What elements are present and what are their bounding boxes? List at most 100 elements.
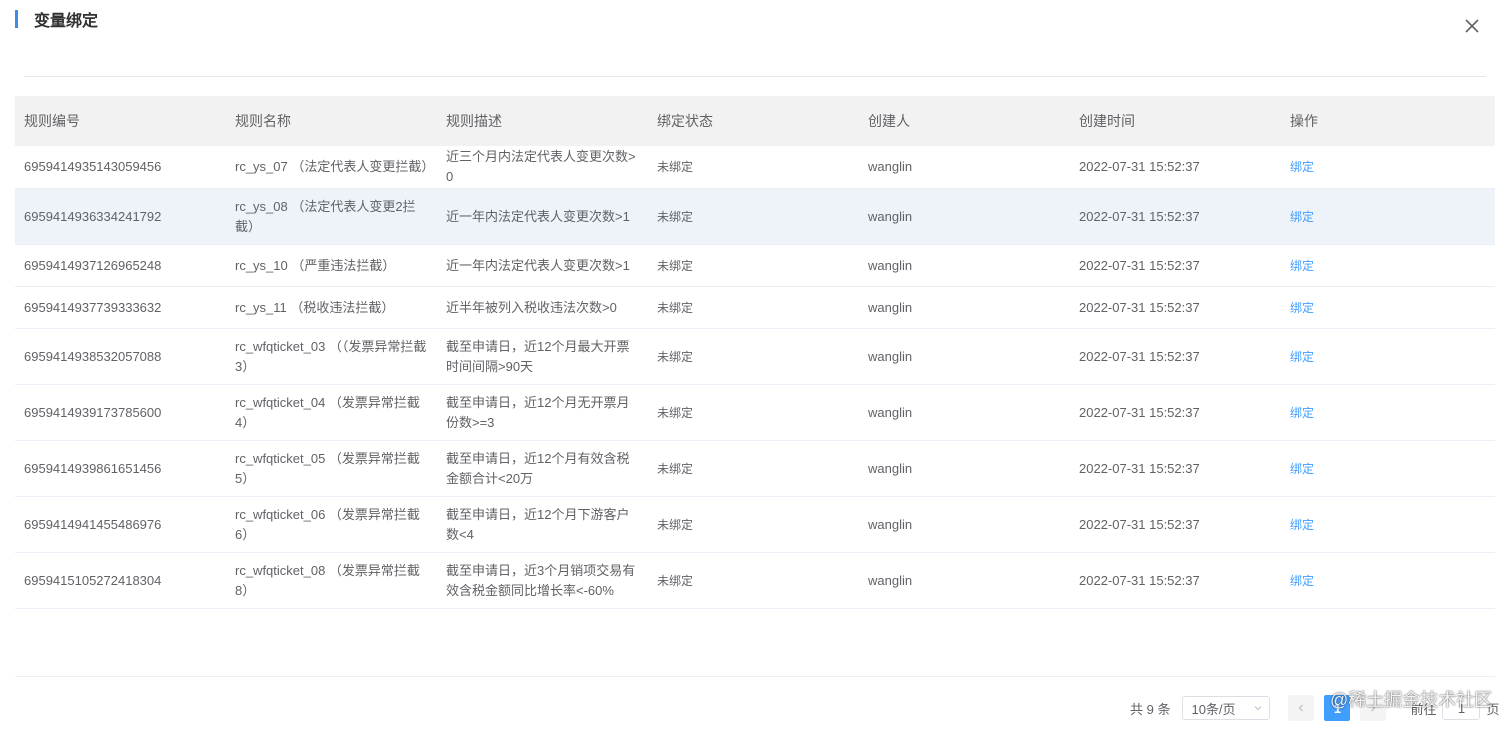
cell-rule-name: rc_wfqticket_04 （发票异常拦截4） [226,384,437,441]
cell-created-time: 2022-07-31 15:52:37 [1070,188,1281,245]
cell-creator: wanglin [859,440,1070,497]
cell-bind-status: 未绑定 [648,188,859,245]
goto-label: 前往 [1410,701,1437,717]
chevron-down-icon [1253,701,1263,716]
header-created-time: 创建时间 [1070,96,1281,146]
cell-rule-desc: 截至申请日，近12个月无开票月份数>=3 [437,384,648,441]
cell-creator: wanglin [859,328,1070,385]
cell-rule-desc: 截至申请日，近12个月最大开票时间间隔>90天 [437,328,648,385]
cell-rule-desc: 截至申请日，近12个月有效含税金额合计<20万 [437,440,648,497]
chevron-right-icon[interactable] [1360,695,1387,721]
bind-link[interactable]: 绑定 [1290,574,1314,588]
cell-rule-id: 6959414936334241792 [15,188,226,245]
table-row: 6959414941455486976 rc_wfqticket_06 （发票异… [15,496,1495,553]
goto-page: 前往 页 [1410,696,1500,720]
page-number-current[interactable]: 1 [1324,695,1351,721]
title-accent-bar [15,10,18,28]
cell-rule-id: 6959414937126965248 [15,244,226,287]
cell-action: 绑定 [1281,496,1495,553]
cell-rule-id: 6959414939173785600 [15,384,226,441]
table-row: 6959414937126965248 rc_ys_10 （严重违法拦截） 近一… [15,244,1495,287]
cell-rule-id: 6959414938532057088 [15,328,226,385]
close-icon[interactable] [1460,14,1484,38]
goto-page-input[interactable] [1442,696,1481,720]
dialog-title: 变量绑定 [34,13,99,30]
cell-created-time: 2022-07-31 15:52:37 [1070,328,1281,385]
cell-bind-status: 未绑定 [648,146,859,189]
cell-creator: wanglin [859,286,1070,329]
cell-bind-status: 未绑定 [648,440,859,497]
cell-action: 绑定 [1281,552,1495,609]
goto-suffix: 页 [1486,701,1500,717]
cell-rule-name: rc_wfqticket_03 （（发票异常拦截3） [226,328,437,385]
chevron-left-icon[interactable] [1288,695,1315,721]
cell-creator: wanglin [859,146,1070,189]
rules-table-container: 规则编号 规则名称 规则描述 绑定状态 创建人 创建时间 操作 69594149… [15,96,1495,609]
cell-bind-status: 未绑定 [648,384,859,441]
cell-rule-desc: 近一年内法定代表人变更次数>1 [437,188,648,245]
header-rule-desc: 规则描述 [437,96,648,146]
cell-rule-name: rc_wfqticket_06 （发票异常拦截6） [226,496,437,553]
header-bind-status: 绑定状态 [648,96,859,146]
cell-bind-status: 未绑定 [648,496,859,553]
variable-binding-dialog: 变量绑定 规则编号 规则名称 规则描述 绑定状态 创建人 创建时间 操作 695… [0,0,1512,731]
cell-rule-id: 6959414941455486976 [15,496,226,553]
cell-action: 绑定 [1281,328,1495,385]
cell-bind-status: 未绑定 [648,328,859,385]
cell-rule-name: rc_ys_08 （法定代表人变更2拦截） [226,188,437,245]
cell-bind-status: 未绑定 [648,286,859,329]
cell-rule-desc: 截至申请日，近12个月下游客户数<4 [437,496,648,553]
header-action: 操作 [1281,96,1495,146]
dialog-header: 变量绑定 [15,8,98,30]
page-size-select[interactable]: 10条/页 [1182,696,1271,720]
table-row: 6959414939861651456 rc_wfqticket_05 （发票异… [15,440,1495,497]
table-row: 6959414935143059456 rc_ys_07 （法定代表人变更拦截）… [15,146,1495,189]
cell-rule-name: rc_ys_10 （严重违法拦截） [226,244,437,287]
total-count: 共 9 条 [1130,701,1171,717]
cell-creator: wanglin [859,384,1070,441]
cell-rule-desc: 截至申请日，近3个月销项交易有效含税金额同比增长率<-60% [437,552,648,609]
bind-link[interactable]: 绑定 [1290,350,1314,364]
rules-table: 规则编号 规则名称 规则描述 绑定状态 创建人 创建时间 操作 69594149… [15,96,1495,609]
cell-creator: wanglin [859,244,1070,287]
header-divider [24,76,1486,77]
cell-creator: wanglin [859,188,1070,245]
cell-action: 绑定 [1281,188,1495,245]
cell-rule-desc: 近半年被列入税收违法次数>0 [437,286,648,329]
cell-created-time: 2022-07-31 15:52:37 [1070,384,1281,441]
bind-link[interactable]: 绑定 [1290,210,1314,224]
table-row: 6959414939173785600 rc_wfqticket_04 （发票异… [15,384,1495,441]
cell-rule-id: 6959414935143059456 [15,146,226,189]
bind-link[interactable]: 绑定 [1290,518,1314,532]
cell-rule-desc: 近三个月内法定代表人变更次数>0 [437,146,648,189]
table-row: 6959414937739333632 rc_ys_11 （税收违法拦截） 近半… [15,286,1495,329]
cell-rule-name: rc_wfqticket_08 （发票异常拦截8） [226,552,437,609]
cell-bind-status: 未绑定 [648,244,859,287]
cell-action: 绑定 [1281,146,1495,189]
bind-link[interactable]: 绑定 [1290,406,1314,420]
cell-created-time: 2022-07-31 15:52:37 [1070,552,1281,609]
bind-link[interactable]: 绑定 [1290,160,1314,174]
cell-bind-status: 未绑定 [648,552,859,609]
header-creator: 创建人 [859,96,1070,146]
cell-rule-id: 6959414939861651456 [15,440,226,497]
cell-rule-desc: 近一年内法定代表人变更次数>1 [437,244,648,287]
cell-created-time: 2022-07-31 15:52:37 [1070,496,1281,553]
cell-action: 绑定 [1281,384,1495,441]
cell-rule-name: rc_wfqticket_05 （发票异常拦截5） [226,440,437,497]
cell-rule-id: 6959415105272418304 [15,552,226,609]
cell-rule-name: rc_ys_11 （税收违法拦截） [226,286,437,329]
bind-link[interactable]: 绑定 [1290,259,1314,273]
bind-link[interactable]: 绑定 [1290,462,1314,476]
cell-action: 绑定 [1281,440,1495,497]
bind-link[interactable]: 绑定 [1290,301,1314,315]
pagination: 共 9 条 10条/页 1 前往 页 [1130,695,1500,721]
cell-rule-name: rc_ys_07 （法定代表人变更拦截） [226,146,437,189]
cell-created-time: 2022-07-31 15:52:37 [1070,146,1281,189]
cell-creator: wanglin [859,552,1070,609]
table-row: 6959414936334241792 rc_ys_08 （法定代表人变更2拦截… [15,188,1495,245]
cell-action: 绑定 [1281,286,1495,329]
cell-created-time: 2022-07-31 15:52:37 [1070,286,1281,329]
header-rule-name: 规则名称 [226,96,437,146]
table-header-row: 规则编号 规则名称 规则描述 绑定状态 创建人 创建时间 操作 [15,96,1495,146]
